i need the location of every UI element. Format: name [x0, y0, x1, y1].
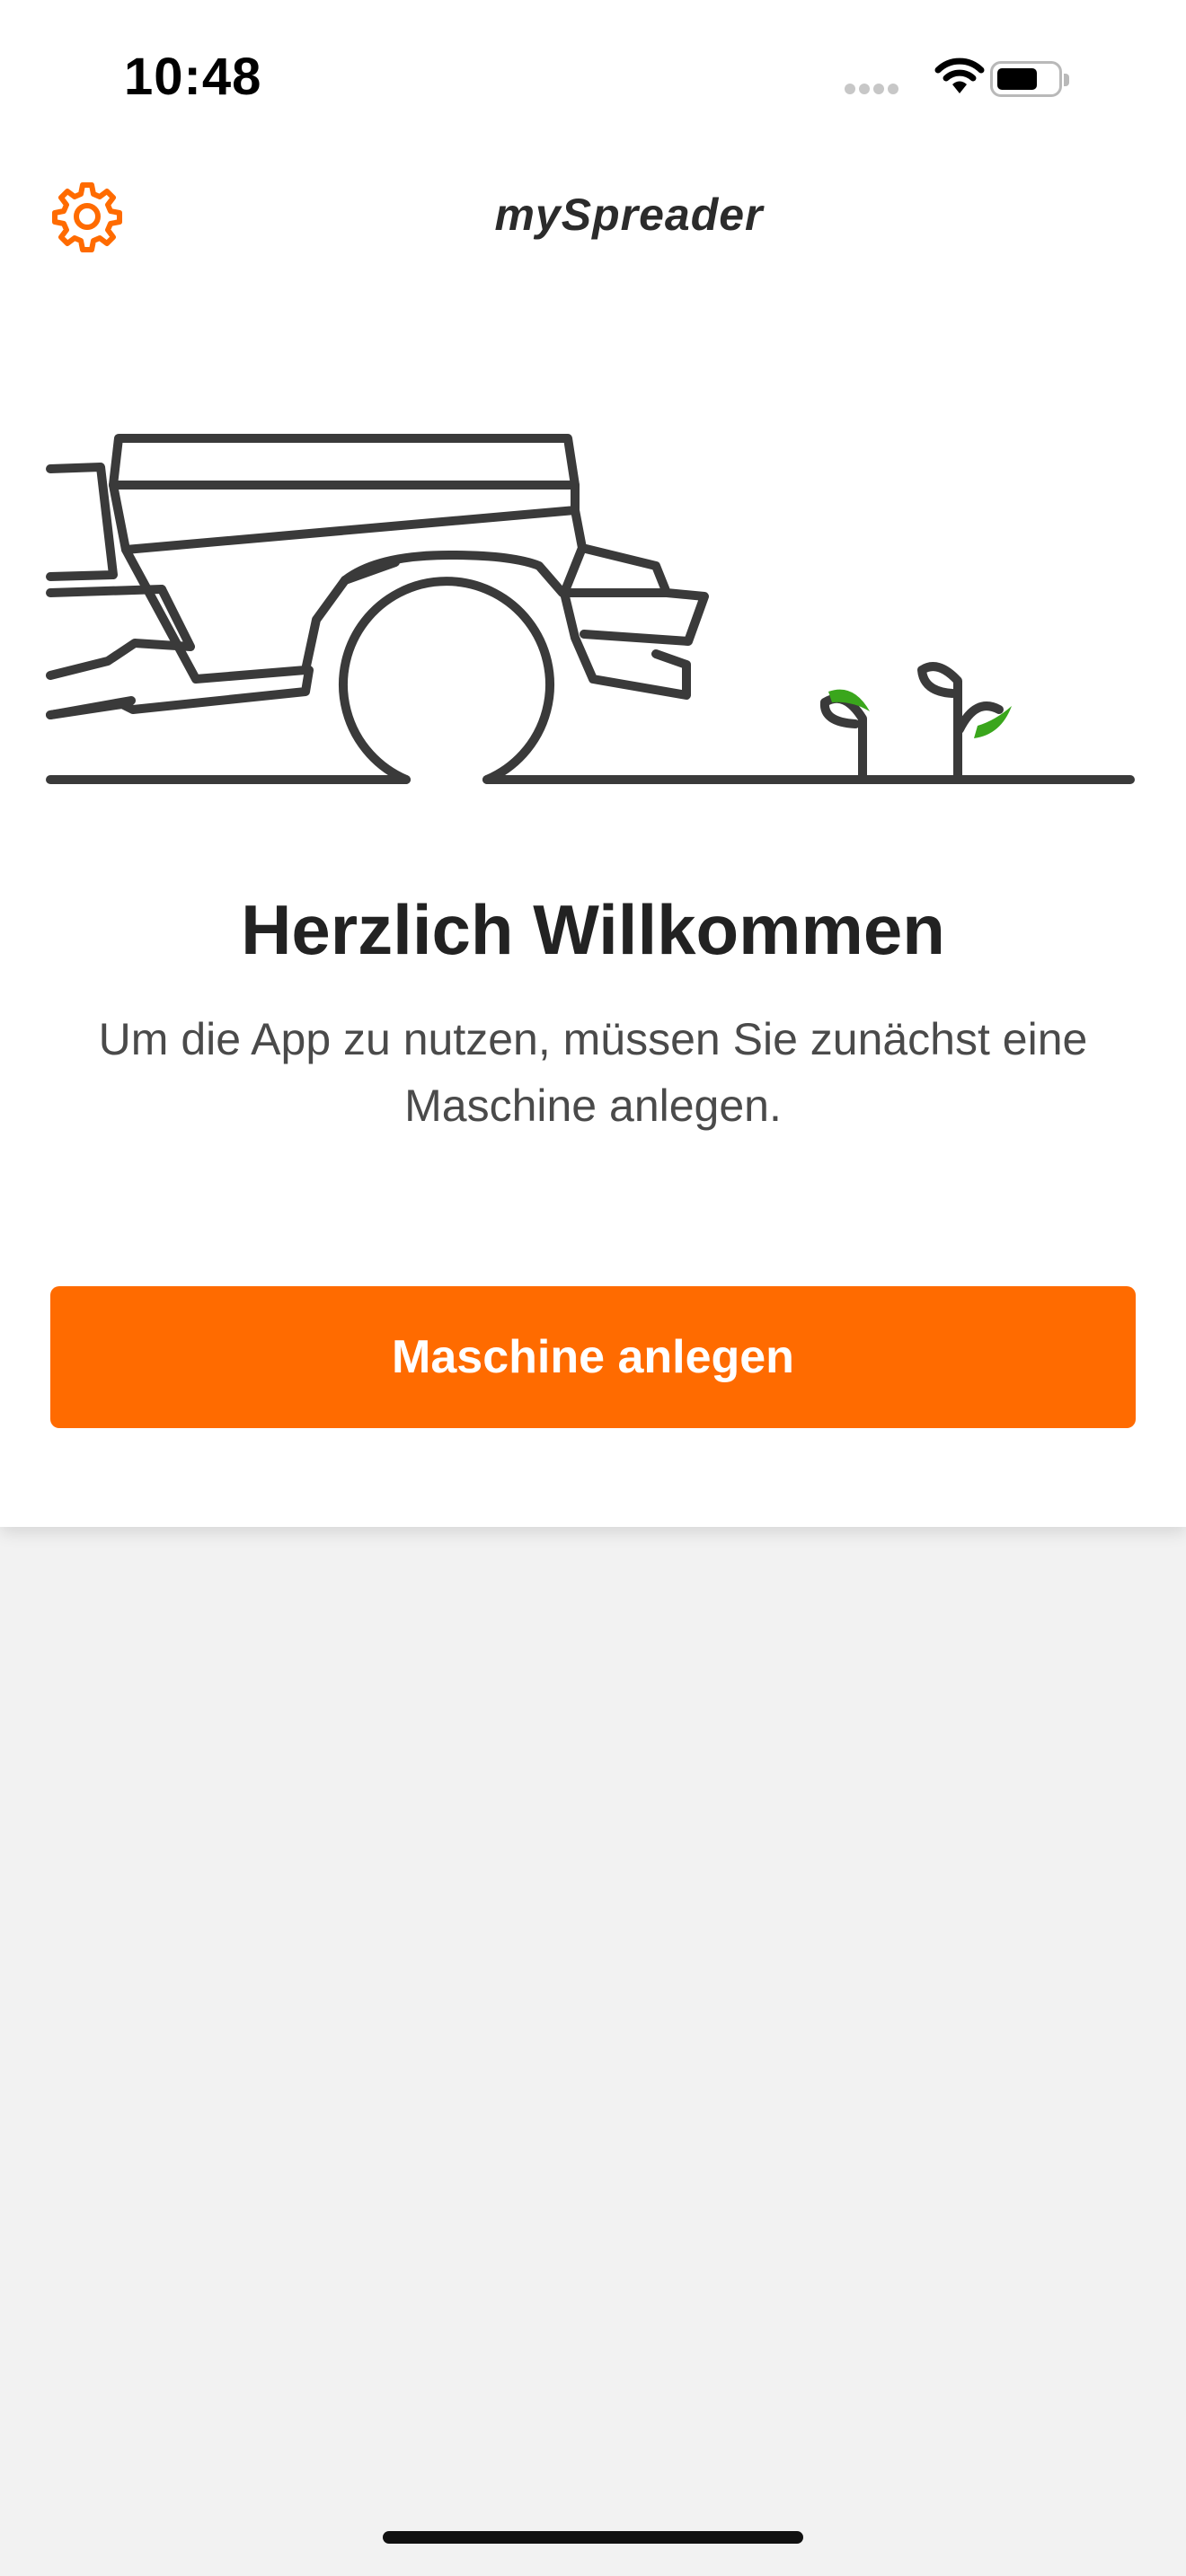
wifi-icon	[934, 57, 985, 93]
battery-icon	[990, 61, 1069, 97]
app-title: mySpreader	[494, 190, 764, 240]
cellular-signal-icon	[845, 83, 902, 99]
home-indicator[interactable]	[383, 2531, 803, 2544]
welcome-card: 10:48 mySpreader Herzlich Willkommen Um …	[0, 0, 1186, 1527]
create-machine-button[interactable]: Maschine anlegen	[50, 1286, 1136, 1428]
spreader-illustration	[46, 434, 1135, 784]
welcome-description: Um die App zu nutzen, müssen Sie zunächs…	[98, 1014, 1088, 1131]
status-time: 10:48	[124, 48, 262, 106]
status-indicators	[845, 56, 1114, 101]
welcome-title: Herzlich Willkommen	[241, 890, 945, 969]
